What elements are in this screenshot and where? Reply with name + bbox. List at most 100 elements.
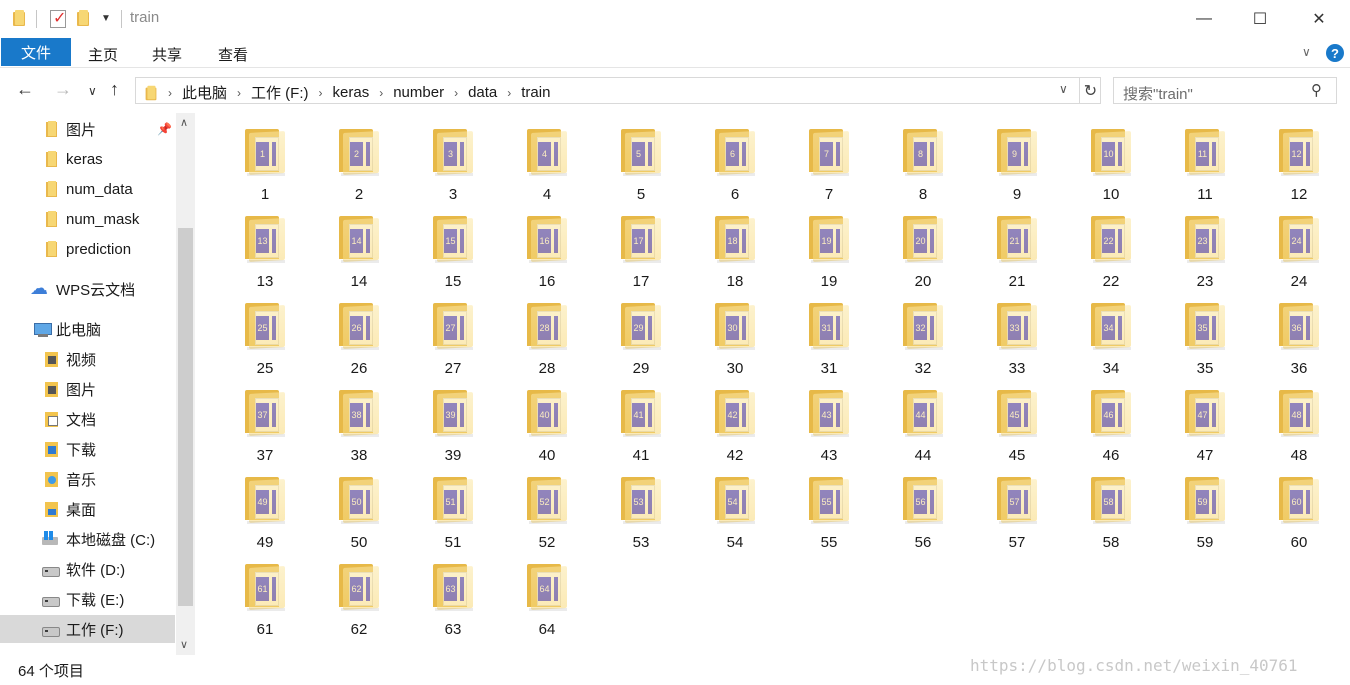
folder-item[interactable]: 22 — [312, 123, 406, 209]
forward-button[interactable]: → — [54, 79, 72, 100]
folder-item[interactable]: 10 10 — [1064, 123, 1158, 209]
address-history-dropdown[interactable]: ∨ — [1059, 82, 1068, 96]
folder-item[interactable]: 35 35 — [1158, 297, 1252, 383]
folder-item[interactable]: 44 44 — [876, 384, 970, 470]
folder-item[interactable]: 49 49 — [218, 471, 312, 557]
sidebar-item-keras[interactable]: keras — [0, 145, 175, 173]
sidebar-item-wps-cloud[interactable]: ☁ WPS云文档 — [0, 275, 175, 303]
breadcrumb-train[interactable]: train — [521, 84, 550, 101]
folder-item[interactable]: 30 30 — [688, 297, 782, 383]
folder-item[interactable]: 13 13 — [218, 210, 312, 296]
chevron-right-icon[interactable]: › — [319, 86, 323, 100]
folder-item[interactable]: 12 12 — [1252, 123, 1346, 209]
sidebar-item-downloads[interactable]: 下载 — [0, 435, 175, 463]
chevron-right-icon[interactable]: › — [379, 86, 383, 100]
folder-item[interactable]: 11 11 — [1158, 123, 1252, 209]
address-bar[interactable]: › 此电脑 › 工作 (F:) › keras › number › data … — [135, 77, 1101, 104]
folder-item[interactable]: 40 40 — [500, 384, 594, 470]
maximize-button[interactable]: ☐ — [1231, 0, 1289, 38]
folder-item[interactable]: 21 21 — [970, 210, 1064, 296]
sidebar-item-pictures[interactable]: 图片 — [0, 375, 175, 403]
tab-share[interactable]: 共享 — [152, 44, 182, 65]
folder-item[interactable]: 61 61 — [218, 558, 312, 644]
sidebar-item-num-mask[interactable]: num_mask — [0, 205, 175, 233]
breadcrumb-keras[interactable]: keras — [333, 84, 370, 101]
folder-item[interactable]: 43 43 — [782, 384, 876, 470]
folder-item[interactable]: 57 57 — [970, 471, 1064, 557]
folder-item[interactable]: 37 37 — [218, 384, 312, 470]
sidebar-item-documents[interactable]: 文档 — [0, 405, 175, 433]
folder-item[interactable]: 47 47 — [1158, 384, 1252, 470]
folder-item[interactable]: 26 26 — [312, 297, 406, 383]
back-button[interactable]: ← — [16, 79, 34, 100]
chevron-right-icon[interactable]: › — [507, 86, 511, 100]
folder-item[interactable]: 23 23 — [1158, 210, 1252, 296]
chevron-right-icon[interactable]: › — [237, 86, 241, 100]
sidebar-item-drive-c[interactable]: 本地磁盘 (C:) — [0, 525, 175, 553]
new-folder-icon[interactable] — [76, 10, 90, 26]
sidebar-item-drive-d[interactable]: 软件 (D:) — [0, 555, 175, 583]
folder-item[interactable]: 60 60 — [1252, 471, 1346, 557]
scroll-up-icon[interactable]: ∧ — [180, 116, 188, 129]
folder-item[interactable]: 45 45 — [970, 384, 1064, 470]
folder-item[interactable]: 33 33 — [970, 297, 1064, 383]
folder-item[interactable]: 1717 — [594, 210, 688, 296]
folder-item[interactable]: 11 — [218, 123, 312, 209]
folder-item[interactable]: 42 42 — [688, 384, 782, 470]
search-icon[interactable]: ⚲ — [1311, 81, 1322, 99]
expand-ribbon-icon[interactable]: ∨ — [1302, 45, 1311, 59]
folder-item[interactable]: 1616 — [500, 210, 594, 296]
folder-item[interactable]: 41 41 — [594, 384, 688, 470]
folder-item[interactable]: 46 46 — [1064, 384, 1158, 470]
chevron-right-icon[interactable]: › — [168, 86, 172, 100]
tab-file[interactable]: 文件 — [1, 38, 71, 66]
refresh-button[interactable]: ↻ — [1079, 78, 1101, 103]
scrollbar-thumb[interactable] — [178, 228, 193, 606]
sidebar-item-prediction[interactable]: prediction — [0, 235, 175, 263]
chevron-right-icon[interactable]: › — [454, 86, 458, 100]
breadcrumb-number[interactable]: number — [393, 84, 444, 101]
sidebar-item-num-data[interactable]: num_data — [0, 175, 175, 203]
folder-item[interactable]: 1919 — [782, 210, 876, 296]
sidebar-item-this-pc[interactable]: 此电脑 — [0, 315, 175, 343]
folder-item[interactable]: 27 27 — [406, 297, 500, 383]
folder-item[interactable]: 58 58 — [1064, 471, 1158, 557]
folder-item[interactable]: 51 51 — [406, 471, 500, 557]
folder-item[interactable]: 63 63 — [406, 558, 500, 644]
folder-item[interactable]: 34 34 — [1064, 297, 1158, 383]
customize-toolbar-icon[interactable]: ▼ — [101, 13, 111, 24]
folder-item[interactable]: 99 — [970, 123, 1064, 209]
folder-item[interactable]: 56 56 — [876, 471, 970, 557]
breadcrumb-this-pc[interactable]: 此电脑 — [182, 82, 227, 103]
folder-item[interactable]: 25 25 — [218, 297, 312, 383]
up-button[interactable]: ↑ — [110, 79, 119, 100]
folder-item[interactable]: 33 — [406, 123, 500, 209]
folder-item[interactable]: 52 52 — [500, 471, 594, 557]
sidebar-item-desktop[interactable]: 桌面 — [0, 495, 175, 523]
folder-item[interactable]: 54 54 — [688, 471, 782, 557]
sidebar-item-drive-e[interactable]: 下载 (E:) — [0, 585, 175, 613]
folder-item[interactable]: 22 22 — [1064, 210, 1158, 296]
folder-item[interactable]: 1515 — [406, 210, 500, 296]
sidebar-item-music[interactable]: 音乐 — [0, 465, 175, 493]
tab-view[interactable]: 查看 — [218, 44, 248, 65]
scroll-down-icon[interactable]: ∨ — [180, 638, 188, 651]
folder-item[interactable]: 36 36 — [1252, 297, 1346, 383]
sidebar-item-pictures-quick[interactable]: 图片 📌 — [0, 115, 175, 143]
folder-item[interactable]: 59 59 — [1158, 471, 1252, 557]
pin-icon[interactable]: 📌 — [157, 122, 172, 136]
properties-icon[interactable] — [50, 8, 66, 28]
folder-item[interactable]: 62 62 — [312, 558, 406, 644]
folder-item[interactable]: 38 38 — [312, 384, 406, 470]
folder-item[interactable]: 66 — [688, 123, 782, 209]
breadcrumb-drive-f[interactable]: 工作 (F:) — [251, 82, 309, 103]
recent-locations-button[interactable]: ∨ — [88, 84, 97, 98]
folder-item[interactable]: 44 — [500, 123, 594, 209]
folder-item[interactable]: 64 64 — [500, 558, 594, 644]
search-input[interactable]: 搜索"train" ⚲ — [1113, 77, 1337, 104]
breadcrumb-data[interactable]: data — [468, 84, 497, 101]
folder-item[interactable]: 14 14 — [312, 210, 406, 296]
folder-item[interactable]: 32 32 — [876, 297, 970, 383]
sidebar-item-videos[interactable]: 视频 — [0, 345, 175, 373]
folder-item[interactable]: 55 — [594, 123, 688, 209]
